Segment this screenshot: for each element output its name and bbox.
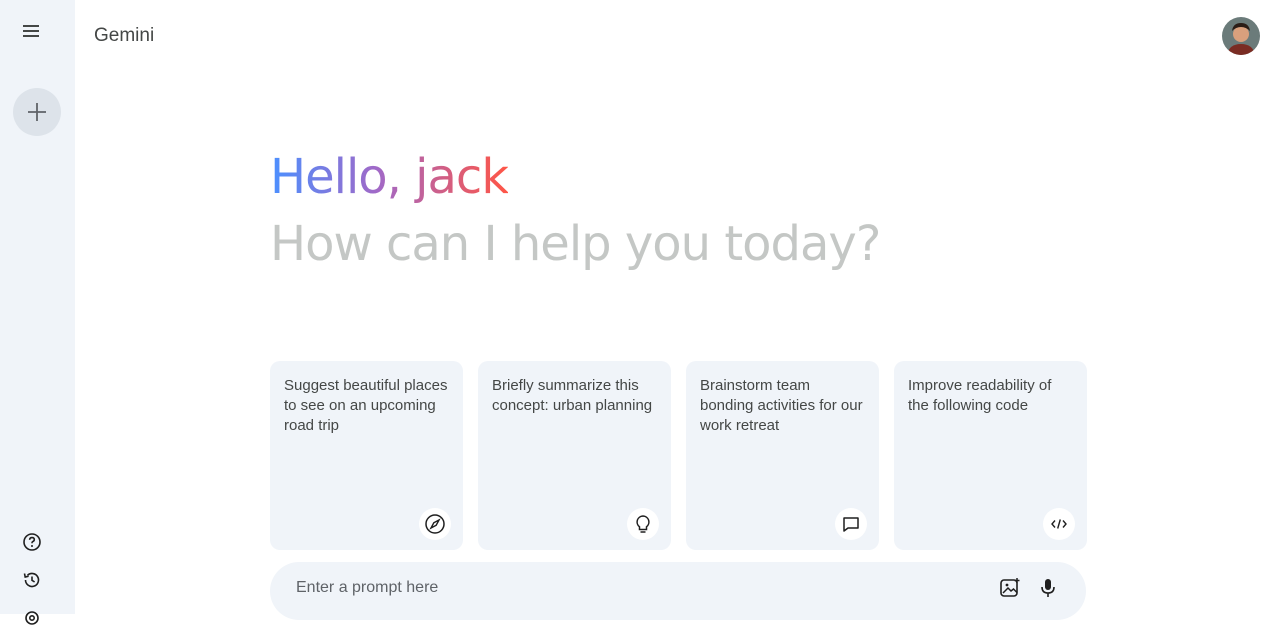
suggestion-card[interactable]: Improve readability of the following cod… <box>894 361 1087 550</box>
menu-icon[interactable] <box>18 17 46 45</box>
image-upload-icon[interactable] <box>998 576 1022 600</box>
app-title: Gemini <box>94 25 155 46</box>
user-avatar[interactable] <box>1222 17 1260 55</box>
code-icon <box>1043 508 1075 540</box>
bulb-icon <box>627 508 659 540</box>
mic-icon[interactable] <box>1036 576 1060 600</box>
history-icon[interactable] <box>20 570 44 590</box>
suggestion-card-text: Improve readability of the following cod… <box>908 377 1052 414</box>
sidebar <box>0 0 75 625</box>
plus-icon <box>28 103 46 121</box>
message-icon <box>835 508 867 540</box>
greeting-hello: Hello, jack <box>270 149 509 205</box>
suggestion-card[interactable]: Briefly summarize this concept: urban pl… <box>478 361 671 550</box>
suggestion-card-text: Brainstorm team bonding activities for o… <box>700 377 863 434</box>
compass-icon <box>419 508 451 540</box>
suggestion-card-text: Briefly summarize this concept: urban pl… <box>492 377 653 414</box>
prompt-bar <box>270 562 1086 620</box>
new-chat-button[interactable] <box>13 88 61 136</box>
settings-icon[interactable] <box>20 608 44 628</box>
suggestion-card-text: Suggest beautiful places to see on an up… <box>284 377 448 434</box>
suggestion-card[interactable]: Suggest beautiful places to see on an up… <box>270 361 463 550</box>
prompt-input[interactable] <box>296 574 998 602</box>
greeting-title: Hello, jack <box>270 146 509 208</box>
suggestion-cards: Suggest beautiful places to see on an up… <box>270 361 1087 550</box>
greeting-subtitle: How can I help you today? <box>270 216 881 272</box>
suggestion-card[interactable]: Brainstorm team bonding activities for o… <box>686 361 879 550</box>
help-icon[interactable] <box>20 532 44 552</box>
